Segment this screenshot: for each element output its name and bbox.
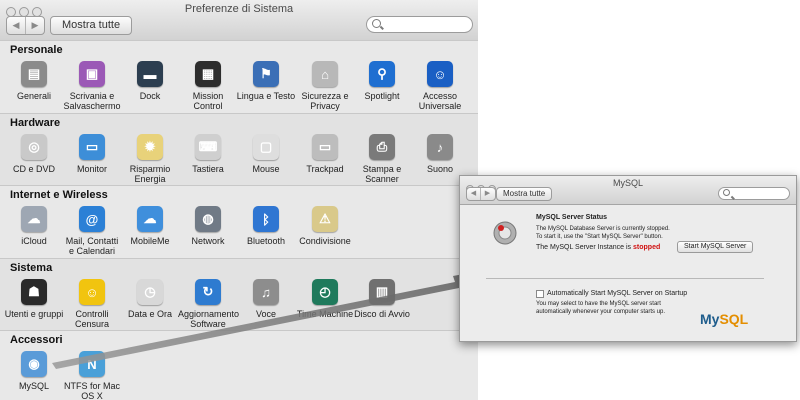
auto-start-description: You may select to have the MySQL server … — [536, 300, 665, 316]
auto-start-desc-2: automatically whenever your computer sta… — [536, 309, 666, 315]
mysql-back-forward-control: ◀ ▶ — [466, 187, 496, 201]
search-icon — [723, 189, 730, 196]
mysql-forward-arrow-icon[interactable]: ▶ — [480, 188, 494, 200]
status-line-1: The MySQL Database Server is currently s… — [536, 226, 670, 232]
start-mysql-server-button[interactable]: Start MySQL Server — [677, 241, 754, 253]
divider — [486, 278, 764, 279]
instance-status-text: The MySQL Server Instance is — [536, 244, 632, 251]
instance-status: The MySQL Server Instance is stopped — [536, 243, 660, 252]
status-description: The MySQL Database Server is currently s… — [536, 225, 670, 241]
status-line-2: To start it, use the "Start MySQL Server… — [536, 234, 663, 240]
mysql-back-arrow-icon[interactable]: ◀ — [467, 188, 480, 200]
mysql-gear-icon — [493, 221, 517, 245]
auto-start-label[interactable]: Automatically Start MySQL Server on Star… — [547, 289, 687, 298]
instance-state-badge: stopped — [633, 244, 661, 251]
mysql-logo-my: My — [700, 311, 720, 327]
mysql-titlebar: MySQL ◀ ▶ Mostra tutte — [460, 176, 796, 205]
mysql-show-all-button[interactable]: Mostra tutte — [496, 187, 553, 201]
mysql-search-field[interactable] — [718, 187, 790, 200]
status-heading: MySQL Server Status — [536, 214, 608, 221]
mysql-preference-window: MySQL ◀ ▶ Mostra tutte MySQL Server Statu… — [459, 175, 797, 342]
auto-start-checkbox[interactable] — [536, 290, 544, 298]
mysql-logo: MySQL — [700, 311, 748, 327]
auto-start-desc-1: You may select to have the MySQL server … — [536, 301, 661, 307]
mysql-logo-sql: SQL — [719, 311, 749, 327]
